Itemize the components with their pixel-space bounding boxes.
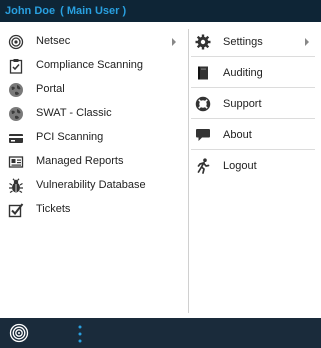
menu-item-label: About	[223, 129, 252, 141]
menu-item-label: Settings	[223, 36, 263, 48]
user-title: John Doe ( Main User )	[5, 5, 126, 17]
menu-item-label: Logout	[223, 160, 257, 172]
lifebuoy-icon	[195, 96, 211, 112]
menu-item-vulnerability-database[interactable]: Vulnerability Database	[0, 174, 186, 198]
menu-item-auditing[interactable]: Auditing	[191, 57, 315, 88]
menu-item-label: Portal	[36, 83, 65, 95]
menu-item-managed-reports[interactable]: Managed Reports	[0, 150, 186, 174]
globe-icon	[8, 82, 24, 98]
submenu-arrow-icon	[305, 38, 309, 46]
globe-icon	[8, 106, 24, 122]
menu-item-tickets[interactable]: Tickets	[0, 198, 186, 222]
menu-item-label: Netsec	[36, 35, 71, 47]
menu-item-label: Compliance Scanning	[36, 59, 144, 71]
menu-item-label: Vulnerability Database	[36, 179, 146, 191]
speech-bubble-icon	[195, 127, 211, 143]
footer-bar	[0, 318, 321, 348]
menu-item-label: Support	[223, 98, 262, 110]
book-icon	[195, 65, 211, 81]
menu-item-pci-scanning[interactable]: PCI Scanning	[0, 126, 186, 150]
menu-item-settings[interactable]: Settings	[191, 26, 315, 57]
report-card-icon	[8, 154, 24, 170]
menu-item-support[interactable]: Support	[191, 88, 315, 119]
menu-item-about[interactable]: About	[191, 119, 315, 150]
menu-item-compliance-scanning[interactable]: Compliance Scanning	[0, 54, 186, 78]
menu-item-swat-classic[interactable]: SWAT - Classic	[0, 102, 186, 126]
menu-item-label: Tickets	[36, 203, 71, 215]
credit-card-icon	[8, 130, 24, 146]
user-role: ( Main User )	[60, 5, 127, 17]
target-icon	[8, 34, 24, 50]
user-name: John Doe	[5, 5, 56, 17]
menu-item-label: PCI Scanning	[36, 131, 104, 143]
menu-item-label: Auditing	[223, 67, 263, 79]
submenu-arrow-icon	[172, 38, 176, 46]
vertical-dots-icon[interactable]	[77, 324, 83, 344]
clipboard-check-icon	[8, 58, 24, 74]
menu-item-netsec[interactable]: Netsec	[0, 30, 186, 54]
target-logo-icon[interactable]	[9, 323, 29, 343]
left-menu: Netsec Compliance Scanning Portal SWAT -…	[0, 30, 186, 222]
gear-icon	[195, 34, 211, 50]
menu-item-portal[interactable]: Portal	[0, 78, 186, 102]
right-menu: Settings Auditing Support About Logout	[191, 26, 315, 181]
user-header: John Doe ( Main User )	[0, 0, 321, 22]
running-man-icon	[195, 158, 211, 174]
bug-icon	[8, 178, 24, 194]
menu-item-logout[interactable]: Logout	[191, 150, 315, 181]
menu-divider	[188, 29, 189, 313]
checkbox-icon	[8, 202, 24, 218]
menu-item-label: Managed Reports	[36, 155, 124, 167]
menu-item-label: SWAT - Classic	[36, 107, 112, 119]
